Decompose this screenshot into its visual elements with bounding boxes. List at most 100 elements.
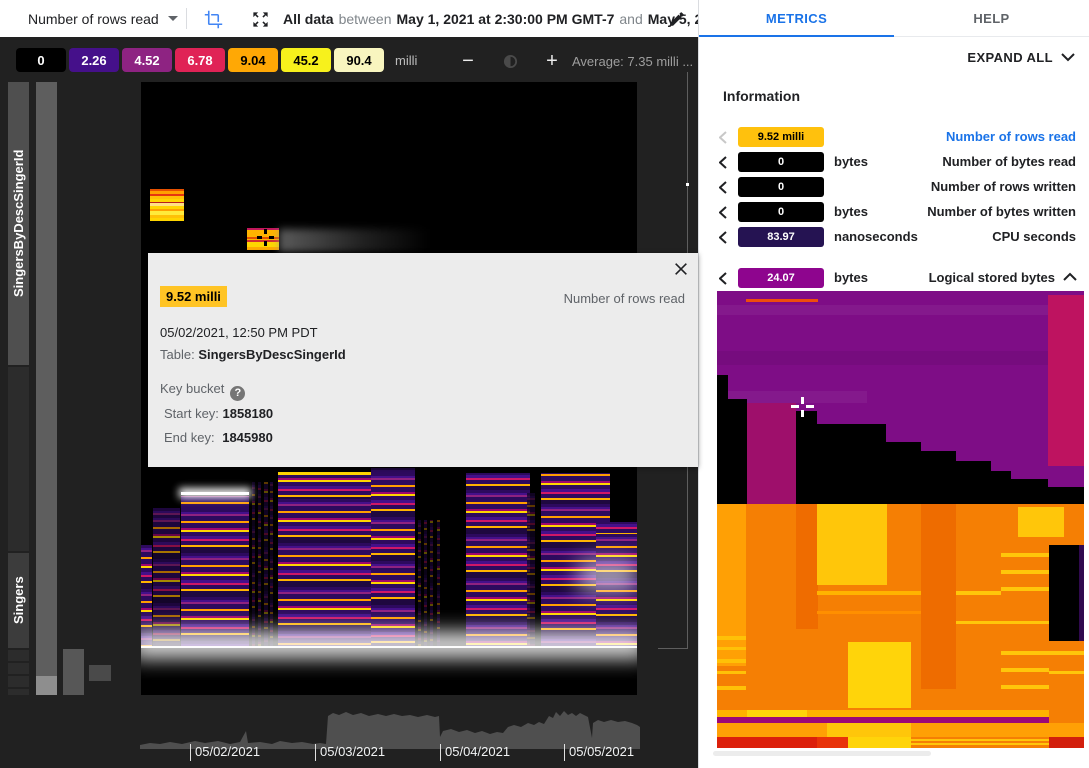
- pencil-icon: [668, 10, 686, 28]
- edit-range-button[interactable]: [666, 8, 688, 30]
- average-value: Average: 7.35 milli ...: [572, 54, 693, 69]
- top-toolbar: Number of rows read All data between May…: [0, 0, 698, 37]
- metric-unit: nanoseconds: [834, 229, 918, 244]
- metric-label[interactable]: Number of rows written: [931, 179, 1076, 194]
- glow-band-bottom: [141, 632, 637, 658]
- chevron-left-icon[interactable]: [719, 156, 727, 169]
- keymap-segment[interactable]: [8, 689, 29, 695]
- keymap-segment-singers[interactable]: Singers: [8, 553, 29, 648]
- end-key-label: End key:: [164, 430, 215, 445]
- metrics-panel: METRICS HELP EXPAND ALL Information 9.52…: [698, 0, 1089, 768]
- crop-button[interactable]: [202, 8, 224, 30]
- table-label: Table:: [160, 347, 195, 362]
- zoom-in-button[interactable]: +: [539, 48, 565, 74]
- bright-row-bottom: [141, 646, 637, 648]
- metric-label[interactable]: Number of bytes written: [927, 204, 1076, 219]
- keymap-segment[interactable]: [8, 663, 29, 674]
- zoom-out-map-icon: [251, 10, 270, 29]
- metric-row[interactable]: 0 Number of rows written: [699, 175, 1089, 200]
- metric-value-chip: 9.52 milli: [738, 127, 824, 147]
- keymap-level3-block[interactable]: [63, 649, 84, 695]
- stored-bytes-minimap[interactable]: [717, 291, 1084, 748]
- y-axis-label-singersbydescsingerid: SingersByDescSingerId: [8, 82, 29, 365]
- metric-label[interactable]: Number of rows read: [946, 129, 1076, 144]
- section-title: Information: [723, 88, 800, 104]
- tab-metrics[interactable]: METRICS: [699, 0, 894, 36]
- range-and: and: [619, 11, 642, 27]
- x-axis-date-label: 05/04/2021: [440, 744, 510, 761]
- cell-detail-card: 9.52 milli Number of rows read 05/02/202…: [148, 253, 698, 467]
- metric-value-chip: 83.97: [738, 227, 824, 247]
- table-name: SingersByDescSingerId: [198, 347, 345, 362]
- legend-stop: 9.04: [228, 48, 278, 72]
- metric-selector-dropdown[interactable]: Number of rows read: [28, 0, 178, 37]
- hot-row-line: [278, 472, 371, 475]
- metric-row[interactable]: 9.52 milli Number of rows read: [699, 125, 1089, 150]
- legend-unit: milli: [395, 53, 417, 68]
- range-start: May 1, 2021 at 2:30:00 PM GMT-7: [397, 11, 615, 27]
- keymap-level2-bar[interactable]: [36, 82, 57, 695]
- metric-selector-label: Number of rows read: [28, 11, 159, 27]
- time-range-display: All data between May 1, 2021 at 2:30:00 …: [283, 0, 702, 37]
- legend-stop: 90.4: [334, 48, 384, 72]
- brightness-button[interactable]: [497, 48, 523, 74]
- legend-chips: 02.264.526.789.0445.290.4: [16, 48, 384, 72]
- legend-stop: 4.52: [122, 48, 172, 72]
- help-icon[interactable]: ?: [230, 386, 245, 401]
- range-prefix: All data: [283, 11, 334, 27]
- hover-smear: [279, 229, 429, 252]
- keymap-segment[interactable]: [8, 650, 29, 661]
- keymap-segment[interactable]: [8, 676, 29, 687]
- cell-metric-name: Number of rows read: [564, 291, 685, 306]
- fit-to-screen-button[interactable]: [249, 8, 271, 30]
- chevron-left-icon[interactable]: [719, 231, 727, 244]
- metric-unit: bytes: [834, 270, 868, 285]
- color-legend: 02.264.526.789.0445.290.4 milli: [16, 48, 417, 72]
- metric-row[interactable]: 83.97 nanoseconds CPU seconds: [699, 225, 1089, 250]
- tab-help[interactable]: HELP: [894, 0, 1089, 36]
- chevron-left-icon[interactable]: [719, 181, 727, 194]
- legend-stop: 0: [16, 48, 66, 72]
- crosshair-cursor: [257, 229, 274, 246]
- chevron-left-icon[interactable]: [719, 131, 727, 144]
- chevron-down-icon: [168, 16, 178, 21]
- panel-tabs: METRICS HELP: [699, 0, 1089, 37]
- activity-sparkline: [140, 703, 640, 749]
- expand-all-label: EXPAND ALL: [967, 50, 1053, 65]
- close-button[interactable]: [670, 258, 692, 280]
- key-bucket-label: Key bucket: [160, 381, 224, 396]
- minimap-scrollbar[interactable]: [713, 751, 931, 756]
- key-bucket-line: Key bucket?: [160, 381, 245, 401]
- metric-label[interactable]: CPU seconds: [992, 229, 1076, 244]
- keymap-level4-block[interactable]: [89, 665, 111, 681]
- legend-stop: 2.26: [69, 48, 119, 72]
- heat-cluster-1[interactable]: [150, 189, 184, 221]
- chevron-left-icon[interactable]: [719, 272, 727, 285]
- metric-value-chip: 0: [738, 177, 824, 197]
- close-icon: [673, 261, 689, 277]
- cell-table-line: Table: SingersByDescSingerId: [160, 347, 346, 362]
- cell-timestamp: 05/02/2021, 12:50 PM PDT: [160, 325, 318, 340]
- keymap-level2-highlight: [36, 676, 57, 695]
- metric-row[interactable]: 0bytesNumber of bytes read: [699, 150, 1089, 175]
- keymap-segment[interactable]: [8, 367, 29, 551]
- cell-value-badge: 9.52 milli: [160, 286, 227, 307]
- metric-row-logical-stored-bytes[interactable]: 24.07 bytes Logical stored bytes: [699, 266, 1089, 291]
- chevron-up-icon[interactable]: [1063, 272, 1077, 281]
- keymap-segment-singersbydescsingerid[interactable]: SingersByDescSingerId: [8, 82, 29, 365]
- start-key-label: Start key:: [164, 406, 219, 421]
- x-axis-date-label: 05/05/2021: [564, 744, 634, 761]
- legend-stop: 45.2: [281, 48, 331, 72]
- zoom-out-button[interactable]: −: [455, 48, 481, 74]
- expand-all-button[interactable]: EXPAND ALL: [967, 50, 1075, 65]
- chevron-down-icon: [1061, 53, 1075, 62]
- metric-label[interactable]: Number of bytes read: [942, 154, 1076, 169]
- brightness-icon: [502, 53, 519, 70]
- bright-row: [181, 492, 249, 495]
- chevron-left-icon[interactable]: [719, 206, 727, 219]
- x-axis-date-label: 05/03/2021: [315, 744, 385, 761]
- scroll-indicator-thumb[interactable]: [686, 183, 689, 186]
- metric-row[interactable]: 0bytesNumber of bytes written: [699, 200, 1089, 225]
- metric-value-chip: 0: [738, 202, 824, 222]
- key-visualizer-app: Number of rows read All data between May…: [0, 0, 1089, 768]
